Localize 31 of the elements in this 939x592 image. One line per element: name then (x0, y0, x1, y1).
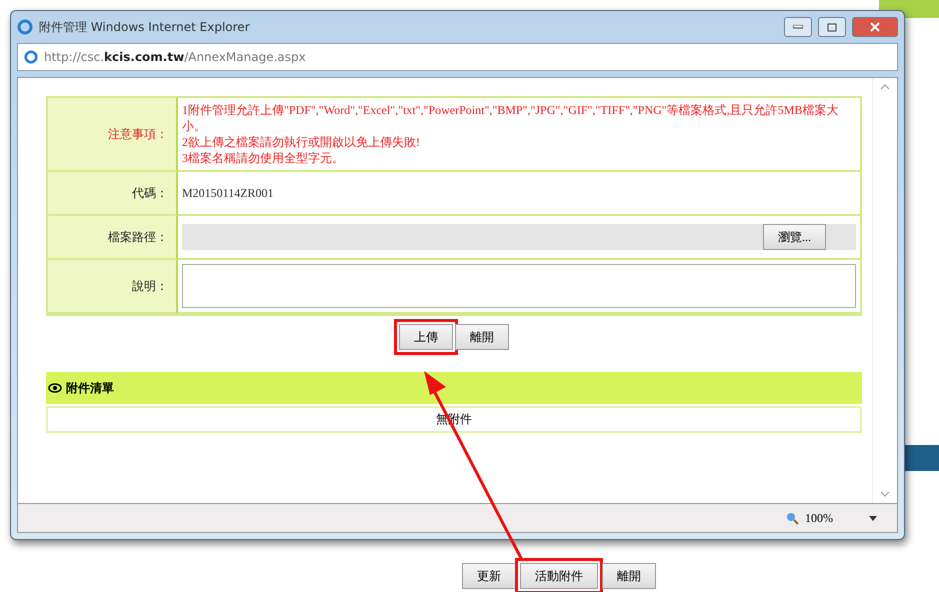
address-bar[interactable]: http://csc.kcis.com.tw/AnnexManage.aspx (17, 43, 898, 71)
code-value: M20150114ZR001 (182, 186, 274, 200)
close-button[interactable]: 離開 (455, 324, 509, 350)
minimize-button[interactable] (784, 17, 812, 37)
maximize-icon (827, 22, 837, 32)
close-icon (870, 22, 880, 32)
scroll-up-icon[interactable] (880, 84, 890, 90)
scroll-down-icon[interactable] (880, 491, 890, 497)
field-label: 代碼： (48, 172, 178, 216)
dropdown-icon[interactable] (869, 516, 877, 520)
zoom-icon (785, 511, 799, 525)
page-button[interactable]: 更新 (462, 563, 516, 589)
browse-button[interactable]: 瀏覽... (763, 224, 826, 250)
notice-text: 3檔案名稱請勿使用全型字元。 (182, 150, 345, 166)
page-button[interactable]: 離開 (602, 563, 656, 589)
field-label: 注意事項： (48, 98, 178, 172)
field-label: 說明： (48, 260, 178, 314)
eye-icon (48, 383, 62, 393)
description-field[interactable] (182, 264, 856, 308)
notice-text: 1附件管理允許上傳"PDF","Word","Excel","txt","PowerPoint","BMP","JPG","GIF","TIFF","PNG"等檔案格式,且只允許5MB檔案大小。 (182, 102, 840, 134)
window-title: 附件管理 Windows Internet Explorer (39, 18, 251, 36)
notice-text: 2欲上傳之檔案請勿執行或開啟以免上傳失敗! (182, 134, 421, 150)
maximize-button[interactable] (818, 17, 846, 37)
section-title: 附件清單 (66, 380, 114, 396)
file-path-field[interactable]: 瀏覽... (182, 224, 856, 250)
close-button[interactable] (852, 17, 898, 37)
field-label: 檔案路徑： (48, 216, 178, 260)
zoom-level[interactable]: 100% (805, 510, 833, 526)
browser-icon (24, 50, 38, 64)
browser-icon (17, 19, 33, 35)
minimize-icon (793, 25, 803, 29)
